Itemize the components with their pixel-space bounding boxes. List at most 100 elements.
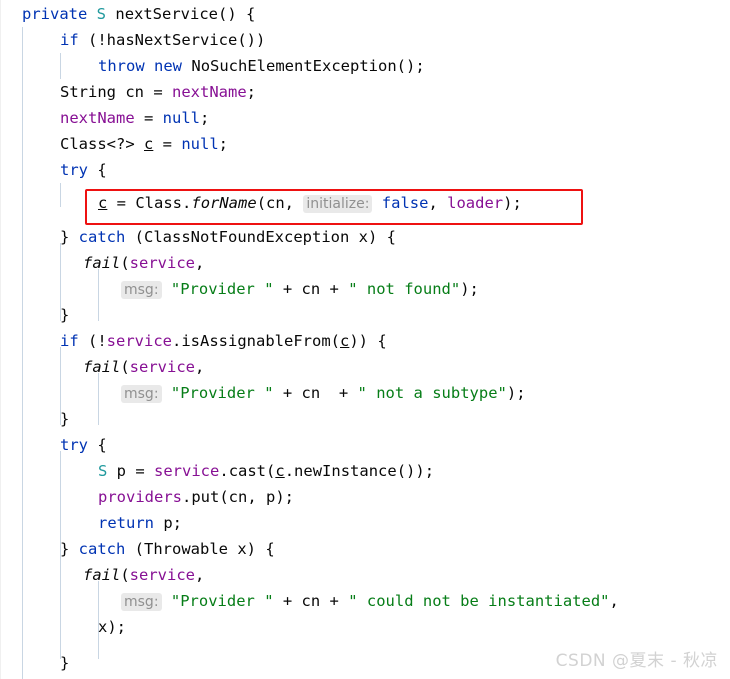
code-token: ())	[237, 31, 266, 49]
code-token: ());	[396, 462, 435, 480]
code-line[interactable]: String cn = nextName;	[60, 79, 256, 105]
code-token: (	[120, 254, 130, 272]
code-line[interactable]: fail(service,	[83, 354, 204, 380]
code-token: " not found"	[348, 280, 461, 298]
code-token: "Provider "	[170, 280, 274, 298]
code-token: " not a subtype"	[357, 384, 507, 402]
code-token: (	[266, 462, 276, 480]
code-line[interactable]: msg: "Provider " + cn + " not a subtype"…	[121, 380, 526, 406]
code-line[interactable]: c = Class.forName(cn, initialize: false,…	[98, 190, 522, 216]
code-line[interactable]: } catch (Throwable x) {	[60, 536, 275, 562]
code-token: nextName	[172, 83, 247, 101]
code-token: x) {	[228, 540, 275, 558]
code-line[interactable]: return p;	[98, 510, 182, 536]
code-line[interactable]: nextName = null;	[60, 105, 209, 131]
code-token: "Provider "	[170, 384, 274, 402]
code-token: null	[162, 109, 200, 127]
code-token: catch	[78, 540, 126, 558]
code-line[interactable]: if (!service.isAssignableFrom(c)) {	[60, 328, 387, 354]
code-token: }	[60, 540, 79, 558]
code-token: cn =	[116, 83, 172, 101]
code-token: service	[129, 566, 195, 584]
code-token: catch	[78, 228, 126, 246]
code-token: providers	[98, 488, 182, 506]
csdn-watermark: CSDN @夏末 - 秋凉	[555, 651, 718, 671]
code-token: try	[60, 436, 88, 454]
code-token: (cn, p);	[219, 488, 294, 506]
indent-guide-6	[60, 555, 61, 659]
inlay-parameter-hint: msg:	[121, 385, 162, 403]
code-line[interactable]: private S nextService() {	[22, 1, 255, 27]
code-token: =	[107, 194, 136, 212]
code-token: p;	[154, 514, 182, 532]
code-token: .	[219, 462, 229, 480]
code-token: }	[60, 306, 70, 324]
code-token: nextService	[115, 5, 219, 23]
code-token: nextName	[60, 109, 135, 127]
code-editor[interactable]: private S nextService() {if (!hasNextSer…	[0, 0, 730, 679]
code-token: throw	[98, 57, 145, 75]
code-token: ,	[609, 592, 619, 610]
code-token: Class	[135, 194, 183, 212]
code-token: S	[98, 462, 108, 480]
code-token: ();	[396, 57, 425, 75]
code-token: if	[60, 332, 79, 350]
code-line[interactable]: try {	[60, 157, 107, 183]
indent-guide-0	[22, 27, 23, 679]
code-line[interactable]: x);	[98, 614, 126, 640]
code-token: + cn +	[273, 280, 349, 298]
code-token: .	[182, 488, 192, 506]
code-token: );	[503, 194, 522, 212]
code-token: c	[275, 462, 285, 480]
code-line[interactable]: }	[60, 650, 69, 676]
indent-guide-7	[98, 269, 99, 321]
code-token: x) {	[349, 228, 396, 246]
code-token: NoSuchElementException	[191, 57, 397, 75]
code-token: <?>	[106, 135, 144, 153]
indent-guide-1	[60, 53, 61, 79]
code-line[interactable]: msg: "Provider " + cn + " could not be i…	[121, 588, 619, 614]
code-token: {	[88, 436, 107, 454]
code-line[interactable]: fail(service,	[83, 250, 204, 276]
inlay-parameter-hint: initialize:	[303, 195, 373, 213]
code-line[interactable]: S p = service.cast(c.newInstance());	[98, 458, 434, 484]
code-token: fail	[83, 566, 121, 584]
code-token: return	[98, 514, 154, 532]
code-token: ,	[428, 194, 448, 212]
code-token: private	[22, 5, 88, 23]
code-line[interactable]: if (!hasNextService())	[60, 27, 265, 53]
code-token: fail	[83, 358, 121, 376]
code-line[interactable]: }	[60, 302, 69, 328]
code-token: newInstance	[294, 462, 397, 480]
code-token: );	[460, 280, 479, 298]
code-token: =	[134, 109, 163, 127]
code-token: }	[60, 228, 79, 246]
code-line[interactable]: }	[60, 406, 69, 432]
inlay-parameter-hint: msg:	[121, 593, 162, 611]
code-token: try	[60, 161, 88, 179]
indent-guide-2	[60, 183, 61, 207]
code-token: ;	[199, 109, 210, 127]
code-token: (cn,	[256, 194, 304, 212]
code-line[interactable]: try {	[60, 432, 107, 458]
code-line[interactable]: throw new NoSuchElementException();	[98, 53, 425, 79]
code-token: service	[154, 462, 220, 480]
code-line[interactable]: msg: "Provider " + cn + " not found");	[121, 276, 479, 302]
code-token: (	[125, 540, 145, 558]
code-line[interactable]: Class<?> c = null;	[60, 131, 228, 157]
code-token: =	[153, 135, 182, 153]
code-line[interactable]: providers.put(cn, p);	[98, 484, 294, 510]
code-token: c	[144, 135, 154, 153]
code-token: Throwable	[144, 540, 229, 558]
code-token: {	[88, 161, 107, 179]
code-surface[interactable]: private S nextService() {if (!hasNextSer…	[0, 0, 730, 679]
code-line[interactable]: fail(service,	[83, 562, 204, 588]
code-token: }	[60, 410, 70, 428]
code-line[interactable]: } catch (ClassNotFoundException x) {	[60, 224, 396, 250]
code-token: service	[106, 332, 172, 350]
code-token: ,	[195, 566, 205, 584]
